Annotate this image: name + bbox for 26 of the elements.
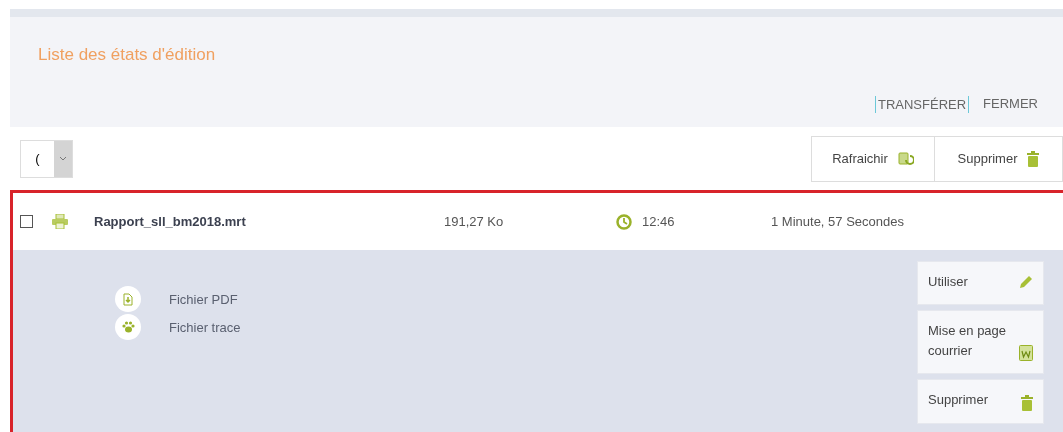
delete-button[interactable]: Supprimer <box>934 135 1063 182</box>
paw-icon <box>115 314 141 340</box>
header-link[interactable]: FERMER <box>981 96 1040 113</box>
trash-icon <box>1021 394 1033 411</box>
clock-icon <box>616 213 632 230</box>
printer-icon <box>52 214 68 229</box>
checkbox[interactable] <box>20 215 33 228</box>
pencil-icon <box>1018 274 1033 290</box>
file-link[interactable]: Fichier trace <box>169 319 241 335</box>
delete-button[interactable]: Supprimer <box>917 379 1044 424</box>
page-title: Liste des états d'édition <box>38 45 217 65</box>
time-text: 12:46 <box>642 214 676 229</box>
chevron-down-icon <box>59 155 67 162</box>
file-name[interactable]: Rapport_sll_bm2018.mrt <box>94 214 444 229</box>
header-link[interactable]: TRANSFÉRER <box>875 96 970 113</box>
use-button[interactable]: Utiliser <box>917 261 1044 306</box>
pdf-file-icon <box>115 286 141 312</box>
file-size: 191,27 Ko <box>444 214 505 229</box>
refresh-icon <box>897 151 914 166</box>
document-icon <box>1019 345 1033 362</box>
duration-text: 1 Minute, 57 Secondes <box>771 214 904 229</box>
refresh-button[interactable]: Rafraichir <box>811 135 935 182</box>
trash-icon <box>1027 150 1040 167</box>
file-link[interactable]: Fichier PDF <box>169 291 238 307</box>
layout-button[interactable]: Mise en page courrier <box>917 310 1044 375</box>
dropdown[interactable]: ( <box>20 139 73 178</box>
